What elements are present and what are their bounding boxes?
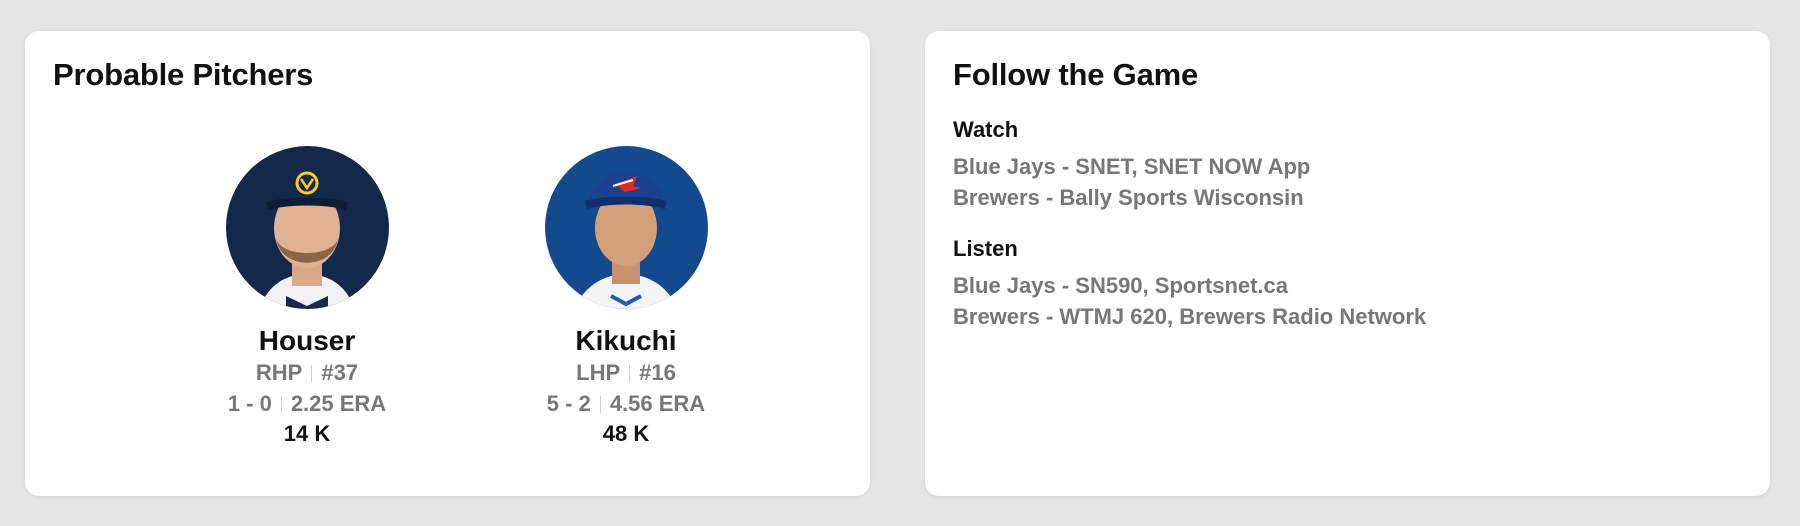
pitcher-position-number: RHP #37 <box>167 357 447 388</box>
follow-the-game-card: Follow the Game Watch Blue Jays - SNET, … <box>925 31 1770 496</box>
jersey-number: #16 <box>639 360 676 385</box>
probable-pitchers-card: Probable Pitchers Houser RHP #37 1 - 0 2.2… <box>25 31 870 496</box>
follow-the-game-title: Follow the Game <box>953 57 1199 92</box>
divider <box>280 396 282 413</box>
era-value: 4.56 ERA <box>609 391 706 416</box>
pitcher-headshot-avatar[interactable] <box>544 146 708 309</box>
probable-pitchers-title: Probable Pitchers <box>53 57 314 92</box>
pitcher-record-era: 5 - 2 4.56 ERA <box>486 388 766 419</box>
pitcher-record-era: 1 - 0 2.25 ERA <box>167 388 447 419</box>
divider <box>629 365 631 382</box>
win-loss-record: 5 - 2 <box>546 391 591 416</box>
listen-line-brewers: Brewers - WTMJ 620, Brewers Radio Networ… <box>953 304 1427 329</box>
throws-label: RHP <box>255 360 303 385</box>
pitcher-headshot-avatar[interactable] <box>225 146 389 309</box>
pitcher-card-houser[interactable]: Houser RHP #37 1 - 0 2.25 ERA 14 K <box>167 146 447 449</box>
watch-line-blue-jays: Blue Jays - SNET, SNET NOW App <box>953 154 1311 179</box>
strikeouts: 48 K <box>602 421 650 446</box>
win-loss-record: 1 - 0 <box>227 391 272 416</box>
era-value: 2.25 ERA <box>290 391 387 416</box>
divider <box>599 396 601 413</box>
watch-heading: Watch <box>953 117 1019 142</box>
watch-line-brewers: Brewers - Bally Sports Wisconsin <box>953 185 1304 210</box>
pitcher-card-kikuchi[interactable]: Kikuchi LHP #16 5 - 2 4.56 ERA 48 K <box>486 146 766 449</box>
divider <box>311 365 313 382</box>
pitcher-position-number: LHP #16 <box>486 357 766 388</box>
throws-label: LHP <box>576 360 621 385</box>
listen-heading: Listen <box>953 236 1018 261</box>
jersey-number: #37 <box>321 360 359 385</box>
strikeouts: 14 K <box>283 421 331 446</box>
pitcher-name[interactable]: Kikuchi <box>486 325 766 357</box>
listen-line-blue-jays: Blue Jays - SN590, Sportsnet.ca <box>953 273 1289 298</box>
pitcher-name[interactable]: Houser <box>167 325 447 357</box>
